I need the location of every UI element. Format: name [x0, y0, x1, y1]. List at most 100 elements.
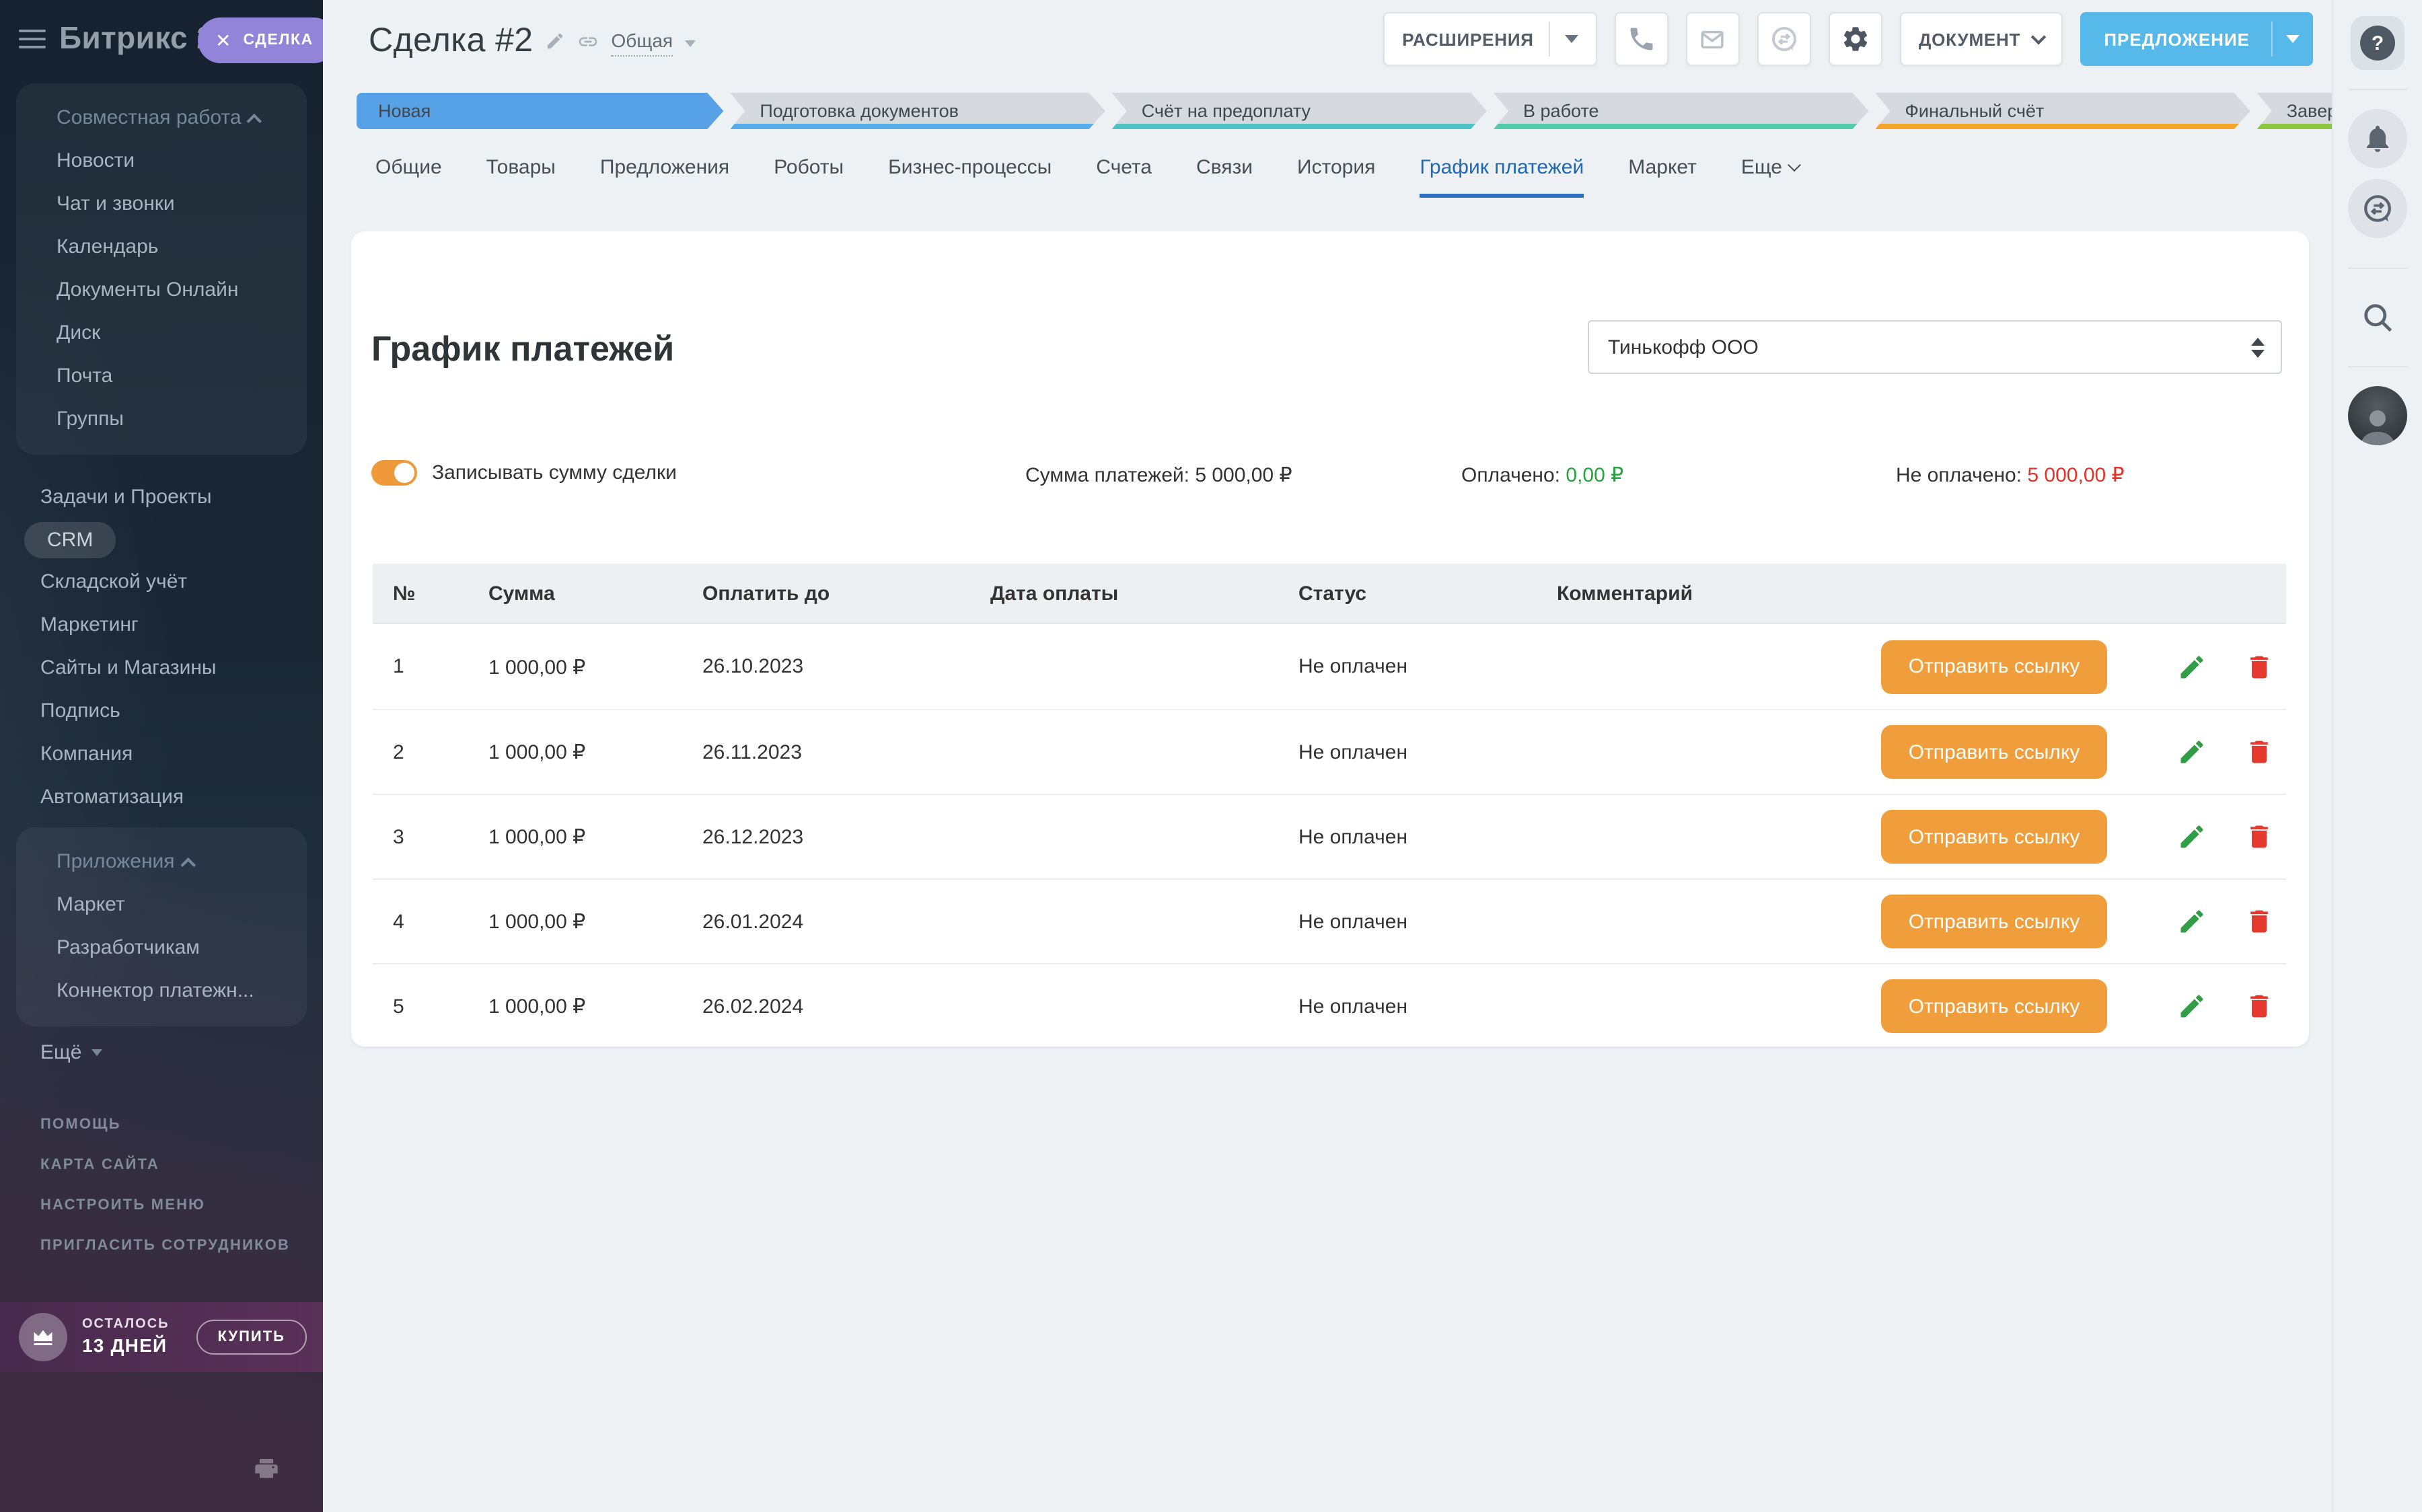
main-content: Сделка #2 Общая РАСШИРЕНИЯ — [323, 0, 2332, 1512]
sidebar-item-market[interactable]: Маркет — [16, 884, 307, 927]
tab-payment-schedule-active[interactable]: График платежей — [1420, 156, 1584, 198]
chevron-down-icon — [2030, 30, 2046, 45]
edit-title-icon[interactable] — [546, 31, 566, 51]
send-link-button[interactable]: Отправить ссылку — [1881, 895, 2107, 948]
delete-icon[interactable] — [2244, 907, 2274, 936]
tab-robots[interactable]: Роботы — [774, 156, 844, 198]
chevron-down-icon — [1788, 158, 1802, 172]
menu-hamburger-icon[interactable] — [19, 30, 46, 54]
sidebar-top: Битрикс 24 ✕ СДЕЛКА — [0, 0, 323, 75]
sidebar-more[interactable]: Ещё — [0, 1026, 323, 1069]
tab-relations[interactable]: Связи — [1196, 156, 1253, 198]
proposal-button[interactable]: ПРЕДЛОЖЕНИЕ — [2080, 12, 2313, 66]
sidebar-item-automation[interactable]: Автоматизация — [0, 776, 323, 819]
user-avatar[interactable] — [2348, 386, 2407, 445]
phone-icon — [1627, 24, 1656, 54]
stage-final-invoice[interactable]: Финальный счёт — [1875, 93, 2250, 129]
tab-invoices[interactable]: Счета — [1096, 156, 1152, 198]
tab-workflows[interactable]: Бизнес-процессы — [888, 156, 1052, 198]
delete-icon[interactable] — [2244, 822, 2274, 852]
deal-tabs: Общие Товары Предложения Роботы Бизнес-п… — [375, 156, 1800, 198]
tab-more[interactable]: Еще — [1741, 156, 1800, 198]
extensions-button[interactable]: РАСШИРЕНИЯ — [1383, 12, 1597, 66]
sidebar-item-inventory[interactable]: Складской учёт — [0, 561, 323, 604]
bank-select-value: Тинькофф ООО — [1608, 336, 1759, 358]
printer-icon[interactable] — [253, 1456, 280, 1488]
stage-new[interactable]: Новая — [357, 93, 723, 129]
sidebar-link-configure-menu[interactable]: НАСТРОИТЬ МЕНЮ — [0, 1185, 323, 1225]
sidebar-item-tasks[interactable]: Задачи и Проекты — [0, 476, 323, 519]
sidebar-item-mail[interactable]: Почта — [16, 355, 307, 398]
trial-days-left: ОСТАЛОСЬ 13 ДНЕЙ — [82, 1317, 170, 1357]
gear-icon — [1841, 24, 1870, 54]
payments-sum: Сумма платежей: 5 000,00 ₽ — [1025, 463, 1292, 487]
edit-icon[interactable] — [2177, 737, 2207, 767]
person-silhouette — [2355, 405, 2400, 445]
divider — [2348, 268, 2407, 269]
settings-button[interactable] — [1829, 12, 1882, 66]
link-icon[interactable] — [578, 30, 599, 52]
edit-icon[interactable] — [2177, 907, 2207, 936]
call-button[interactable] — [1615, 12, 1668, 66]
sidebar-item-company[interactable]: Компания — [0, 733, 323, 776]
email-button[interactable] — [1686, 12, 1740, 66]
delete-icon[interactable] — [2244, 737, 2274, 767]
sidebar-item-developers[interactable]: Разработчикам — [16, 927, 307, 970]
messenger-button[interactable] — [1757, 12, 1811, 66]
edit-icon[interactable] — [2177, 991, 2207, 1021]
toggle-label: Записывать сумму сделки — [432, 461, 677, 484]
send-link-button[interactable]: Отправить ссылку — [1881, 810, 2107, 864]
edit-icon[interactable] — [2177, 822, 2207, 852]
table-row: 2 1 000,00 ₽ 26.11.2023 Не оплачен Отпра… — [373, 709, 2286, 794]
deal-tab-chip[interactable]: ✕ СДЕЛКА — [198, 17, 323, 63]
sidebar-middle-list: Задачи и Проекты CRM Складской учёт Марк… — [0, 476, 323, 819]
sidebar-item-payment-connector[interactable]: Коннектор платежн... — [16, 970, 307, 1013]
buy-button[interactable]: КУПИТЬ — [196, 1320, 307, 1355]
sidebar-group-header-collaboration[interactable]: Совместная работа — [16, 97, 307, 140]
funnel-selector[interactable]: Общая — [612, 26, 673, 56]
messenger-rail-button[interactable] — [2348, 179, 2407, 238]
sidebar-item-groups[interactable]: Группы — [16, 398, 307, 441]
delete-icon[interactable] — [2244, 991, 2274, 1021]
search-button[interactable] — [2348, 288, 2407, 347]
send-link-button[interactable]: Отправить ссылку — [1881, 725, 2107, 779]
edit-icon[interactable] — [2177, 652, 2207, 681]
delete-icon[interactable] — [2244, 652, 2274, 681]
help-button[interactable]: ? — [2351, 16, 2405, 70]
notifications-button[interactable] — [2348, 109, 2407, 168]
sidebar-group-header-apps[interactable]: Приложения — [16, 841, 307, 884]
tab-products[interactable]: Товары — [486, 156, 556, 198]
sidebar-item-docs-online[interactable]: Документы Онлайн — [16, 269, 307, 312]
stage-prepay-invoice[interactable]: Счёт на предоплату — [1112, 93, 1487, 129]
sidebar-link-help[interactable]: ПОМОЩЬ — [0, 1104, 323, 1145]
chevron-down-icon — [91, 1049, 102, 1056]
sidebar-item-chat[interactable]: Чат и звонки — [16, 183, 307, 226]
tab-history[interactable]: История — [1297, 156, 1375, 198]
sidebar-item-news[interactable]: Новости — [16, 140, 307, 183]
sidebar-item-calendar[interactable]: Календарь — [16, 226, 307, 269]
stage-in-progress[interactable]: В работе — [1494, 93, 1868, 129]
sidebar-item-sign[interactable]: Подпись — [0, 690, 323, 733]
document-button[interactable]: ДОКУМЕНТ — [1900, 12, 2063, 66]
send-link-button[interactable]: Отправить ссылку — [1881, 640, 2107, 693]
bank-select[interactable]: Тинькофф ООО — [1588, 320, 2282, 374]
record-deal-sum-toggle[interactable]: Записывать сумму сделки — [371, 460, 677, 486]
tab-market[interactable]: Маркет — [1628, 156, 1697, 198]
send-link-button[interactable]: Отправить ссылку — [1881, 979, 2107, 1033]
sidebar-link-invite-employees[interactable]: ПРИГЛАСИТЬ СОТРУДНИКОВ — [0, 1225, 323, 1266]
header-actions: РАСШИРЕНИЯ ДОКУМЕНТ — [1383, 12, 2313, 66]
sidebar-item-sites[interactable]: Сайты и Магазины — [0, 647, 323, 690]
tab-quotes[interactable]: Предложения — [600, 156, 729, 198]
stage-docs-preparation[interactable]: Подготовка документов — [730, 93, 1105, 129]
sidebar-link-sitemap[interactable]: КАРТА САЙТА — [0, 1145, 323, 1185]
dropdown-caret-icon[interactable] — [1565, 35, 1578, 43]
tab-general[interactable]: Общие — [375, 156, 442, 198]
sidebar-item-crm-active[interactable]: CRM — [24, 522, 116, 558]
sidebar-item-drive[interactable]: Диск — [16, 312, 307, 355]
dropdown-caret-icon[interactable] — [2273, 35, 2313, 43]
page-title: Сделка #2 — [369, 22, 534, 61]
close-icon[interactable]: ✕ — [215, 31, 231, 50]
sidebar-item-marketing[interactable]: Маркетинг — [0, 604, 323, 647]
toggle-switch-on[interactable] — [371, 460, 417, 486]
crown-icon — [19, 1313, 67, 1361]
